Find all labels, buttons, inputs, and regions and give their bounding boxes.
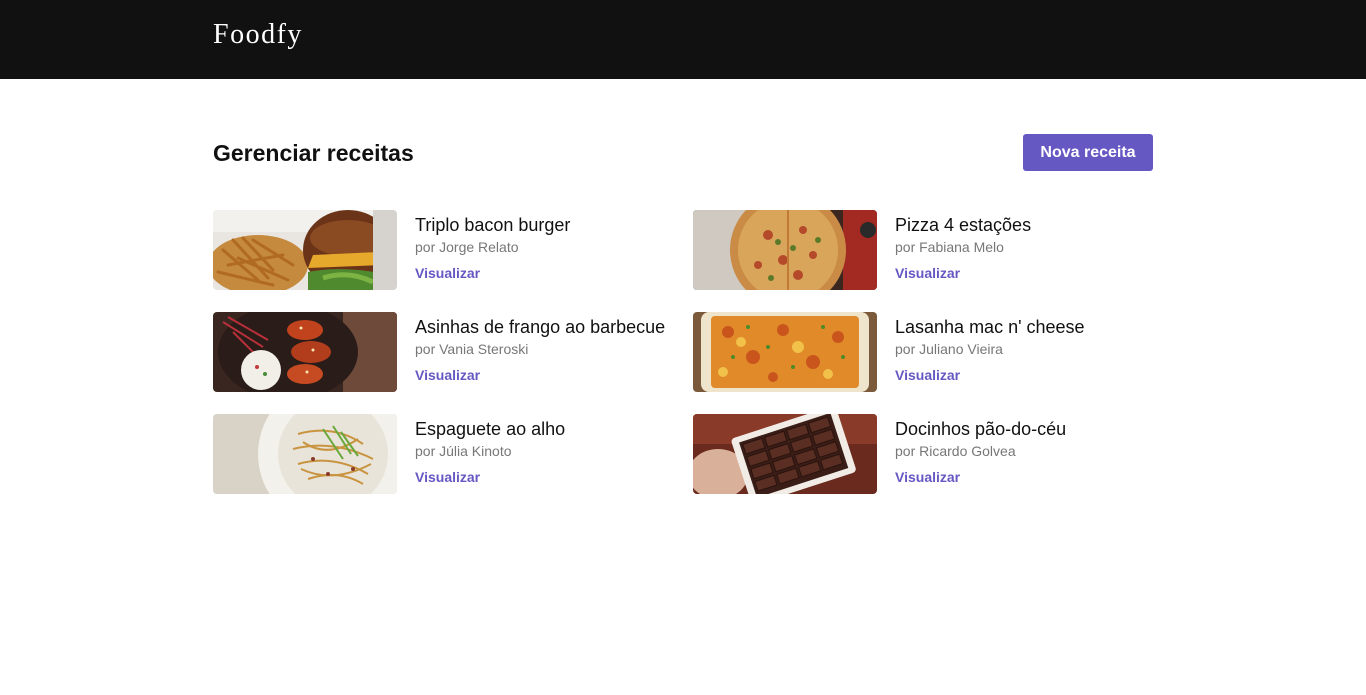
recipe-card: Triplo bacon burger por Jorge Relato Vis… bbox=[213, 210, 673, 290]
page-title: Gerenciar receitas bbox=[213, 140, 414, 166]
recipe-author: por Júlia Kinoto bbox=[415, 443, 512, 459]
sweets-image bbox=[693, 414, 877, 494]
burger-image bbox=[213, 210, 397, 290]
page-header: Gerenciar receitas Nova receita bbox=[213, 134, 1153, 171]
recipe-author: por Ricardo Golvea bbox=[895, 443, 1016, 459]
view-recipe-link[interactable]: Visualizar bbox=[895, 264, 960, 282]
recipe-card: Pizza 4 estações por Fabiana Melo Visual… bbox=[693, 210, 1153, 290]
lasagna-image bbox=[693, 312, 877, 392]
view-recipe-link[interactable]: Visualizar bbox=[895, 366, 960, 384]
chicken-wings-image bbox=[213, 312, 397, 392]
logo[interactable]: Foodfy bbox=[213, 18, 303, 52]
spaghetti-image bbox=[213, 414, 397, 494]
view-recipe-link[interactable]: Visualizar bbox=[415, 264, 480, 282]
view-recipe-link[interactable]: Visualizar bbox=[415, 468, 480, 486]
view-recipe-link[interactable]: Visualizar bbox=[415, 366, 480, 384]
recipe-title: Pizza 4 estações bbox=[895, 215, 1032, 235]
recipe-info: Triplo bacon burger por Jorge Relato Vis… bbox=[415, 214, 685, 283]
recipe-author: por Jorge Relato bbox=[415, 239, 519, 255]
new-recipe-button[interactable]: Nova receita bbox=[1023, 134, 1153, 171]
recipe-info: Espaguete ao alho por Júlia Kinoto Visua… bbox=[415, 418, 685, 487]
pizza-image bbox=[693, 210, 877, 290]
recipe-info: Pizza 4 estações por Fabiana Melo Visual… bbox=[895, 214, 1165, 283]
recipe-author: por Vania Steroski bbox=[415, 341, 529, 357]
recipe-title: Triplo bacon burger bbox=[415, 215, 571, 235]
recipe-card: Asinhas de frango ao barbecue por Vania … bbox=[213, 312, 673, 392]
top-bar: Foodfy bbox=[0, 0, 1366, 79]
recipe-title: Lasanha mac n' cheese bbox=[895, 317, 1085, 337]
recipe-info: Docinhos pão-do-céu por Ricardo Golvea V… bbox=[895, 418, 1165, 487]
recipe-title: Espaguete ao alho bbox=[415, 419, 566, 439]
recipe-card: Espaguete ao alho por Júlia Kinoto Visua… bbox=[213, 414, 673, 494]
recipe-author: por Juliano Vieira bbox=[895, 341, 1003, 357]
recipe-info: Asinhas de frango ao barbecue por Vania … bbox=[415, 316, 685, 385]
recipe-author: por Fabiana Melo bbox=[895, 239, 1004, 255]
recipe-card: Docinhos pão-do-céu por Ricardo Golvea V… bbox=[693, 414, 1153, 494]
recipe-title: Asinhas de frango ao barbecue bbox=[415, 317, 666, 337]
recipe-card: Lasanha mac n' cheese por Juliano Vieira… bbox=[693, 312, 1153, 392]
view-recipe-link[interactable]: Visualizar bbox=[895, 468, 960, 486]
recipe-info: Lasanha mac n' cheese por Juliano Vieira… bbox=[895, 316, 1165, 385]
recipe-title: Docinhos pão-do-céu bbox=[895, 419, 1067, 439]
